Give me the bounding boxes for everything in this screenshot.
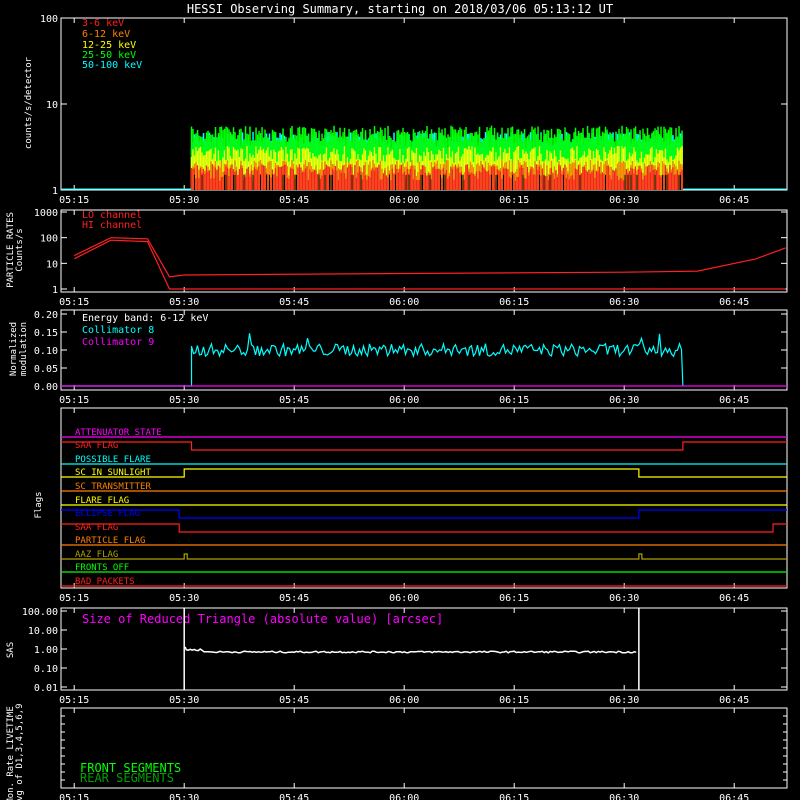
flag-line bbox=[61, 509, 787, 519]
chart-title: HESSI Observing Summary, starting on 201… bbox=[187, 2, 613, 16]
legend-6-12-kev: 6-12 keV bbox=[82, 29, 130, 40]
flag-line bbox=[61, 553, 787, 560]
x-tick-label: 06:15 bbox=[499, 195, 529, 206]
x-tick-label: 06:00 bbox=[389, 195, 419, 206]
flag-line bbox=[61, 441, 787, 451]
x-tick-label: 06:30 bbox=[609, 195, 639, 206]
legend-50-100-kev: 50-100 keV bbox=[82, 60, 142, 71]
y-tick-label: 10 bbox=[46, 259, 58, 270]
x-tick-label: 05:30 bbox=[169, 195, 199, 206]
x-tick-label: 05:45 bbox=[279, 593, 309, 604]
y-tick-label: 0.10 bbox=[34, 664, 58, 675]
x-tick-label: 05:15 bbox=[59, 395, 89, 406]
x-tick-label: 05:15 bbox=[59, 695, 89, 706]
x-tick-label: 06:00 bbox=[389, 297, 419, 308]
ylabel-counts: counts/s/detector bbox=[24, 56, 34, 149]
plot-layer: 05:15 05:30 05:45 06:00 06:15 06:30 06:45 05:15… bbox=[22, 14, 788, 800]
legend-hi-channel: HI channel bbox=[82, 220, 142, 231]
y-tick-label: 10 bbox=[46, 100, 58, 111]
panel-frame-2 bbox=[60, 209, 788, 293]
legend-3-6-kev: 3-6 keV bbox=[82, 18, 124, 29]
x-tick-label: 06:00 bbox=[389, 593, 419, 604]
x-tick-label: 06:15 bbox=[499, 793, 529, 800]
legend-rear-segments: REAR SEGMENTS bbox=[80, 771, 174, 785]
legend-collimator-9: Collimator 9 bbox=[82, 337, 154, 348]
ylabel-particle-2: Counts/s bbox=[15, 228, 25, 271]
flag-line bbox=[61, 468, 787, 478]
x-tick-label: 05:15 bbox=[59, 195, 89, 206]
x-tick-label: 06:15 bbox=[499, 695, 529, 706]
y-tick-label: 0.10 bbox=[34, 346, 58, 357]
x-tick-label: 06:00 bbox=[389, 695, 419, 706]
x-tick-label: 06:00 bbox=[389, 793, 419, 800]
hi-channel-line bbox=[73, 239, 786, 290]
sas-annotation: Size of Reduced Triangle (absolute value… bbox=[82, 612, 443, 626]
counts-spectrum bbox=[190, 125, 683, 190]
y-tick-label: 0.15 bbox=[34, 328, 58, 339]
x-tick-label: 06:30 bbox=[609, 593, 639, 604]
y-tick-label: 10.00 bbox=[28, 626, 58, 637]
y-tick-label: 0.05 bbox=[34, 364, 58, 375]
ylabel-modulation-1: Normalized bbox=[9, 322, 19, 376]
x-tick-label: 05:30 bbox=[169, 395, 199, 406]
y-tick-label: 100.00 bbox=[22, 607, 58, 618]
lo-channel-line bbox=[73, 237, 786, 278]
x-tick-label: 05:15 bbox=[59, 793, 89, 800]
x-tick-label: 05:30 bbox=[169, 695, 199, 706]
x-tick-label: 06:30 bbox=[609, 793, 639, 800]
y-tick-label: 1 bbox=[52, 186, 58, 197]
observing-summary-chart: HESSI Observing Summary, starting on 201… bbox=[6, 2, 788, 800]
x-tick-label: 05:15 bbox=[59, 297, 89, 308]
x-tick-label: 06:30 bbox=[609, 297, 639, 308]
x-tick-label: 06:45 bbox=[719, 593, 749, 604]
ylabel-modulation-2: modulation bbox=[19, 322, 29, 376]
x-tick-label: 05:45 bbox=[279, 695, 309, 706]
energy-band-label: Energy band: 6-12 keV bbox=[82, 313, 208, 324]
x-tick-label: 06:45 bbox=[719, 793, 749, 800]
x-tick-label: 06:15 bbox=[499, 297, 529, 308]
x-tick-label: 05:30 bbox=[169, 297, 199, 308]
x-tick-label: 05:45 bbox=[279, 195, 309, 206]
x-tick-label: 06:45 bbox=[719, 695, 749, 706]
x-tick-label: 05:45 bbox=[279, 297, 309, 308]
x-tick-label: 05:15 bbox=[59, 593, 89, 604]
y-tick-label: 0.20 bbox=[34, 310, 58, 321]
collimator-8-line bbox=[61, 333, 684, 387]
x-tick-label: 06:00 bbox=[389, 395, 419, 406]
x-tick-label: 05:30 bbox=[169, 793, 199, 800]
x-tick-label: 06:45 bbox=[719, 395, 749, 406]
y-tick-label: 1.00 bbox=[34, 645, 58, 656]
ylabel-sas: SAS bbox=[6, 642, 16, 658]
x-tick-label: 06:30 bbox=[609, 395, 639, 406]
y-tick-label: 100 bbox=[40, 14, 58, 25]
x-tick-label: 06:15 bbox=[499, 593, 529, 604]
y-tick-label: 1000 bbox=[34, 208, 58, 219]
x-tick-label: 06:45 bbox=[719, 195, 749, 206]
x-tick-label: 06:15 bbox=[499, 395, 529, 406]
y-tick-label: 0.01 bbox=[34, 683, 58, 694]
x-tick-label: 05:45 bbox=[279, 793, 309, 800]
ylabel-livetime-2: avg of D1,3,4,5,6,9 bbox=[15, 704, 25, 800]
y-tick-label: 1 bbox=[52, 285, 58, 296]
x-tick-label: 06:30 bbox=[609, 695, 639, 706]
ylabel-flags: Flags bbox=[34, 491, 44, 518]
x-tick-label: 05:45 bbox=[279, 395, 309, 406]
y-tick-label: 100 bbox=[40, 234, 58, 245]
y-tick-label: 0.00 bbox=[34, 382, 58, 393]
panel-frame-4 bbox=[60, 407, 788, 589]
x-tick-label: 05:30 bbox=[169, 593, 199, 604]
x-tick-label: 06:45 bbox=[719, 297, 749, 308]
flag-line bbox=[61, 523, 787, 533]
legend-collimator-8: Collimator 8 bbox=[82, 325, 154, 336]
